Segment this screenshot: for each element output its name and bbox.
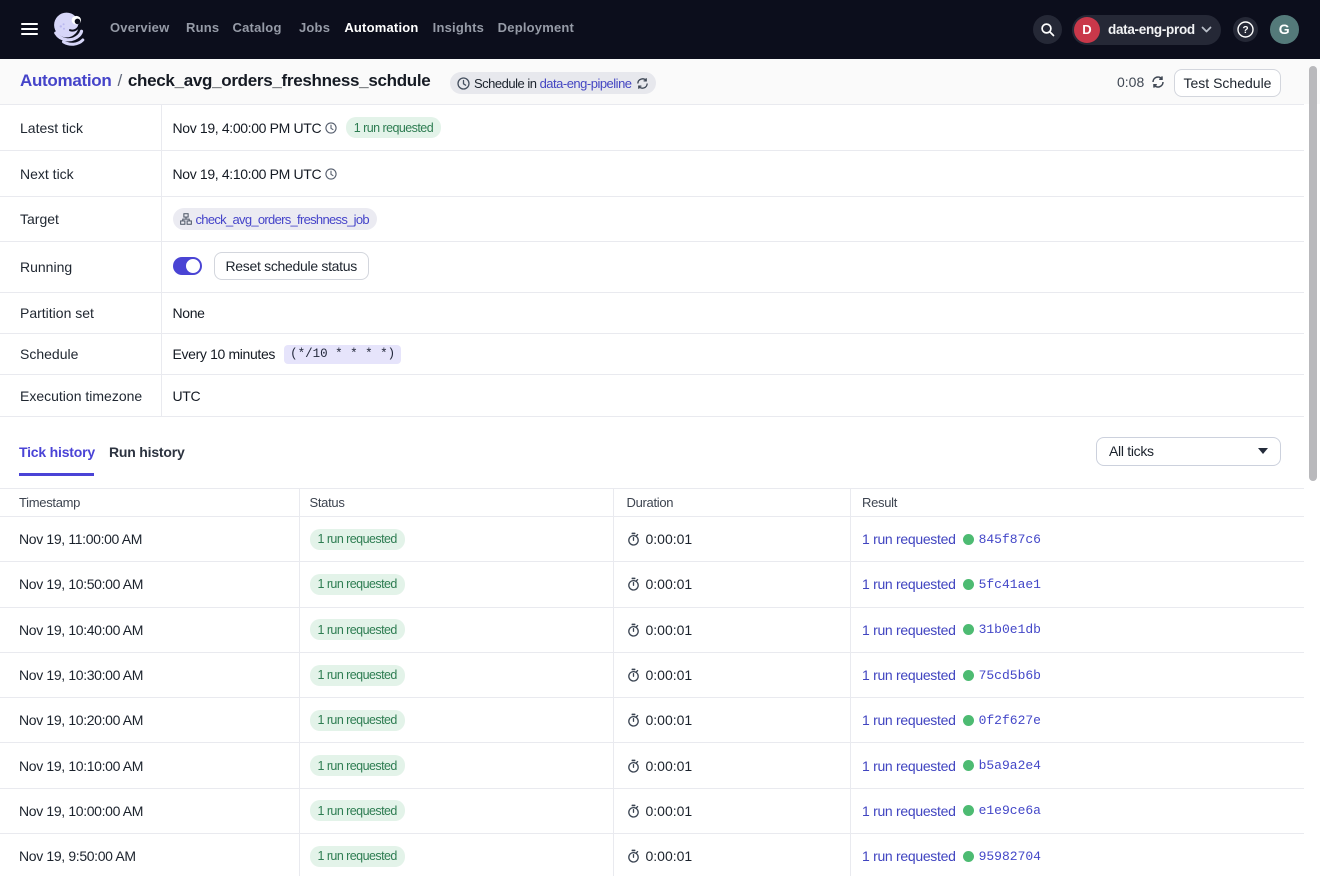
- svg-text:?: ?: [1242, 25, 1248, 36]
